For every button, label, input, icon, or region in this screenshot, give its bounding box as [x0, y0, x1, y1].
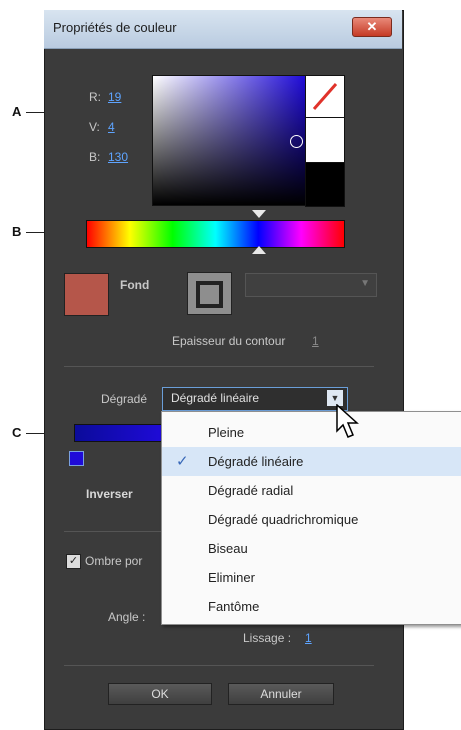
stroke-style-dropdown[interactable]: ▼: [245, 273, 377, 297]
callout-a: A: [12, 104, 22, 119]
current-color-swatch: [305, 117, 345, 163]
menu-item-pleine[interactable]: Pleine: [162, 418, 461, 447]
previous-color-swatch: [305, 162, 345, 207]
stroke-thickness-label: Epaisseur du contour: [172, 334, 286, 348]
r-label: R:: [89, 90, 101, 104]
menu-item-degrade-lineaire[interactable]: ✓ Dégradé linéaire: [162, 447, 461, 476]
stroke-icon: [196, 281, 223, 308]
angle-label: Angle :: [108, 610, 146, 624]
divider-1: [64, 366, 374, 367]
close-button[interactable]: ✕: [352, 17, 392, 37]
r-value[interactable]: 19: [108, 90, 121, 104]
color-cursor[interactable]: [290, 135, 303, 148]
stroke-swatch[interactable]: [187, 272, 232, 315]
gradient-stop-left[interactable]: [69, 451, 84, 466]
shadow-label: Ombre por: [85, 554, 143, 568]
b-value[interactable]: 130: [108, 150, 128, 164]
callout-b: B: [12, 224, 22, 239]
color-field[interactable]: [152, 75, 306, 206]
fill-swatch[interactable]: [64, 273, 109, 316]
hue-slider-marker-bottom[interactable]: [252, 246, 266, 255]
gradient-bar[interactable]: [74, 424, 164, 442]
b-label: B:: [89, 150, 101, 164]
dialog-title: Propriétés de couleur: [53, 20, 177, 35]
gradient-type-value: Dégradé linéaire: [171, 391, 260, 405]
callout-c: C: [12, 425, 22, 440]
no-color-swatch[interactable]: [305, 75, 345, 118]
menu-item-eliminer[interactable]: Eliminer: [162, 563, 461, 592]
fill-label: Fond: [120, 278, 150, 292]
mouse-cursor-icon: [336, 404, 359, 438]
hue-slider[interactable]: [86, 220, 345, 248]
gradient-type-menu: Pleine ✓ Dégradé linéaire Dégradé radial …: [161, 411, 461, 625]
smoothing-value[interactable]: 1: [305, 631, 312, 645]
gradient-type-dropdown[interactable]: Dégradé linéaire ▼: [162, 387, 348, 411]
shadow-checkbox[interactable]: ✓: [66, 554, 81, 569]
stroke-thickness-value[interactable]: 1: [312, 334, 319, 348]
no-color-icon: [312, 83, 338, 110]
gradient-label: Dégradé: [101, 392, 148, 406]
v-label: V:: [89, 120, 100, 134]
menu-item-biseau[interactable]: Biseau: [162, 534, 461, 563]
invert-label[interactable]: Inverser: [86, 487, 133, 501]
divider-3: [64, 665, 374, 666]
menu-item-degrade-radial[interactable]: Dégradé radial: [162, 476, 461, 505]
chevron-down-icon: ▼: [360, 278, 370, 289]
cancel-button[interactable]: Annuler: [228, 683, 334, 705]
smoothing-label: Lissage :: [243, 631, 292, 645]
menu-item-degrade-quadrichromique[interactable]: Dégradé quadrichromique: [162, 505, 461, 534]
check-icon: ✓: [176, 453, 189, 470]
v-value[interactable]: 4: [108, 120, 115, 134]
hue-slider-marker-top[interactable]: [252, 210, 266, 219]
ok-button[interactable]: OK: [108, 683, 212, 705]
menu-item-fantome[interactable]: Fantôme: [162, 592, 461, 621]
